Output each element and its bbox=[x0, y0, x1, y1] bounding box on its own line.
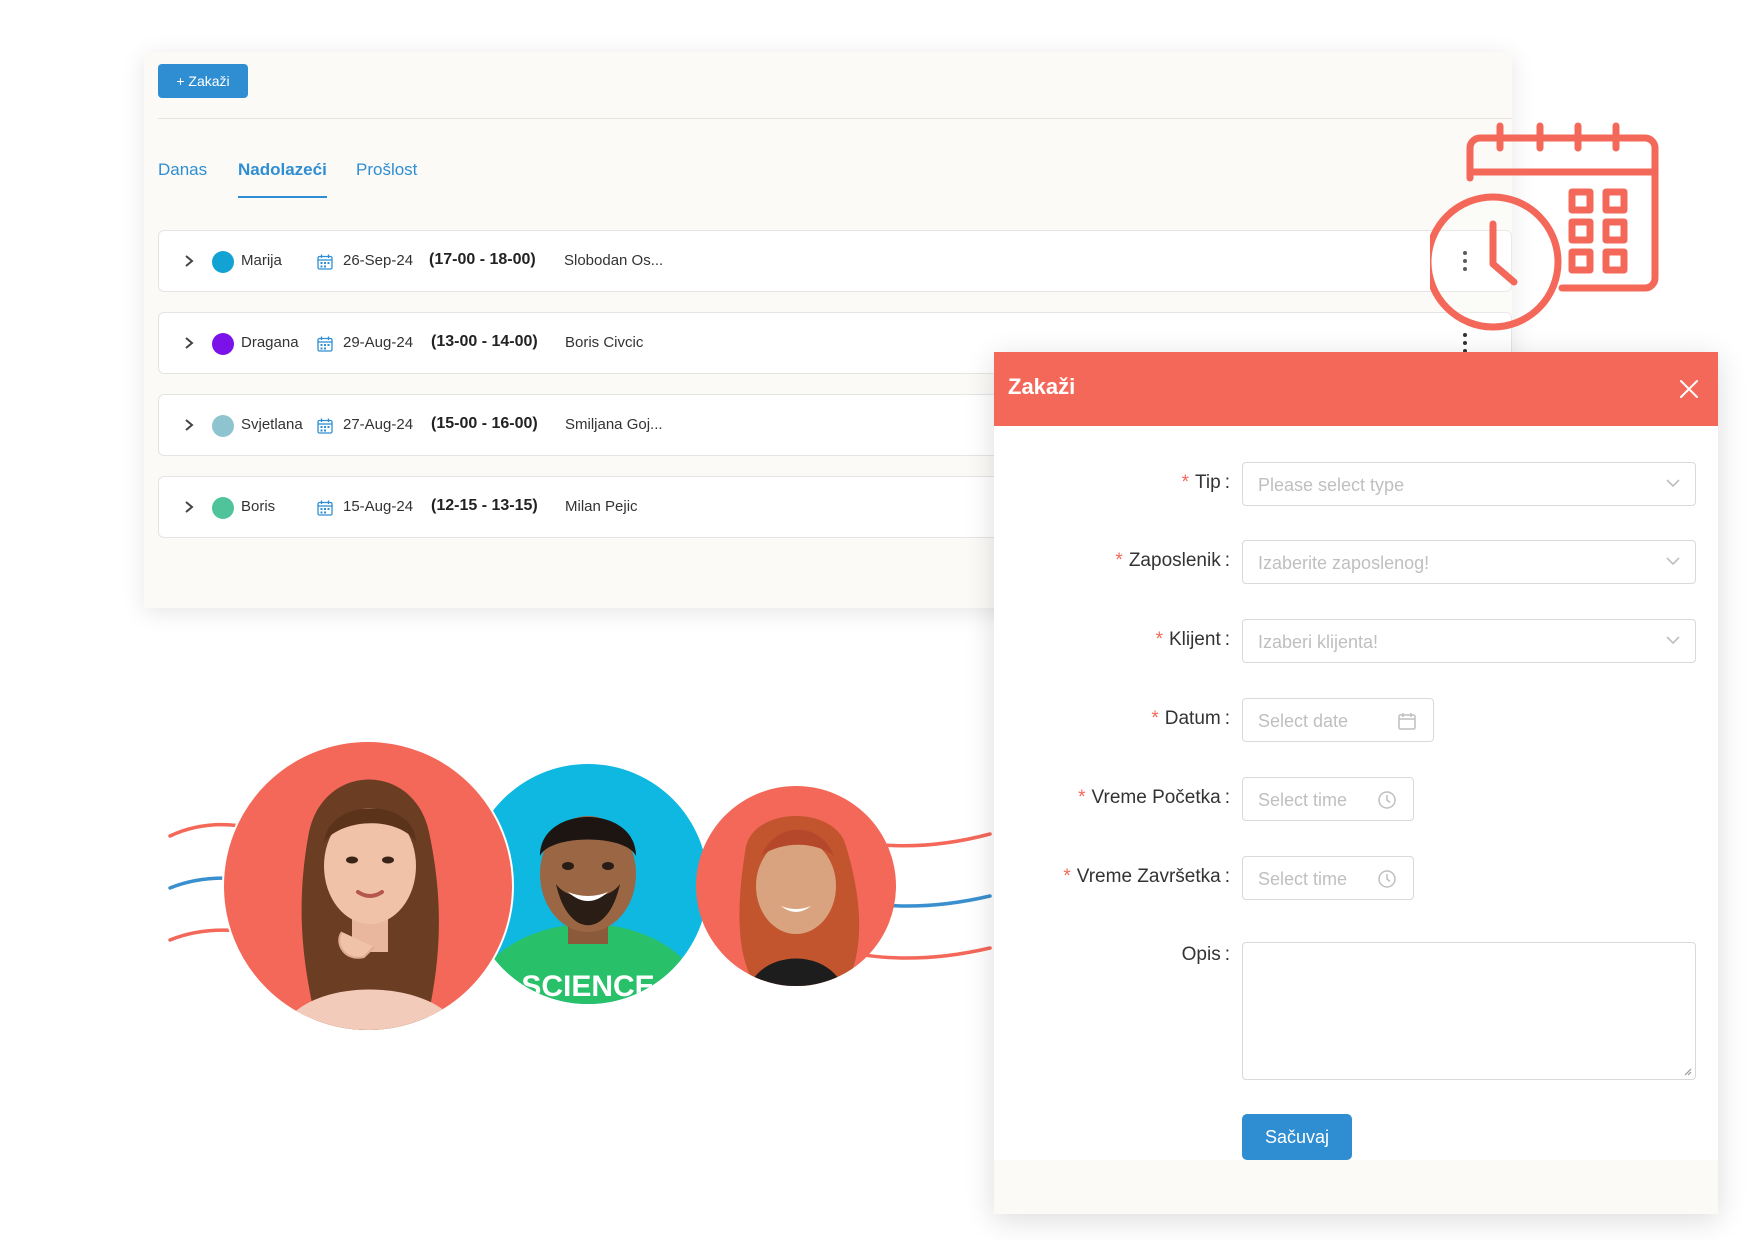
client-name: Boris bbox=[241, 498, 276, 515]
chevron-down-icon bbox=[1666, 636, 1680, 645]
chevron-right-icon[interactable] bbox=[179, 332, 199, 354]
type-select[interactable]: Please select type bbox=[1242, 462, 1696, 506]
start-time-picker[interactable]: Select time bbox=[1242, 777, 1414, 821]
tab-nadolazeci[interactable]: Nadolazeći bbox=[238, 158, 327, 198]
close-icon[interactable] bbox=[1676, 376, 1702, 402]
clock-icon bbox=[1378, 870, 1396, 888]
appointment-row[interactable]: Marija 26-Sep-24 (17-00 - 18-00) Sloboda… bbox=[158, 230, 1512, 292]
client-select-placeholder: Izaberi klijenta! bbox=[1258, 632, 1379, 652]
tab-proslost[interactable]: Prošlost bbox=[356, 158, 417, 198]
resize-handle-icon[interactable] bbox=[1682, 1066, 1692, 1076]
client-select[interactable]: Izaberi klijenta! bbox=[1242, 619, 1696, 663]
client-color-dot bbox=[212, 497, 234, 519]
appointment-date: 29-Aug-24 bbox=[343, 334, 414, 351]
chevron-right-icon[interactable] bbox=[179, 250, 199, 272]
modal-footer bbox=[994, 1160, 1718, 1214]
tab-danas[interactable]: Danas bbox=[158, 158, 207, 198]
calendar-clock-icon bbox=[1430, 122, 1659, 331]
svg-text:SCIENCE: SCIENCE bbox=[521, 970, 654, 1003]
appointment-time: (12-15 - 13-15) bbox=[431, 497, 538, 514]
schedule-modal: Zakaži * Tip: Please select type * Zaposle… bbox=[994, 352, 1718, 1214]
appointment-date: 26-Sep-24 bbox=[343, 252, 414, 269]
avatar-older-woman bbox=[696, 786, 896, 986]
employee-name: Boris Civcic bbox=[565, 334, 644, 351]
modal-header: Zakaži bbox=[994, 352, 1718, 426]
chevron-right-icon[interactable] bbox=[179, 496, 199, 518]
avatar-young-woman bbox=[222, 740, 514, 1032]
chevron-right-icon[interactable] bbox=[179, 414, 199, 436]
calendar-icon bbox=[317, 254, 333, 270]
date-picker[interactable]: Select date bbox=[1242, 698, 1434, 742]
field-label-opis: Opis: bbox=[1181, 944, 1230, 965]
client-color-dot bbox=[212, 333, 234, 355]
modal-title: Zakaži bbox=[1008, 374, 1076, 399]
field-label-klijent: * Klijent: bbox=[1155, 629, 1230, 650]
employee-select[interactable]: Izaberite zaposlenog! bbox=[1242, 540, 1696, 584]
appointment-time: (13-00 - 14-00) bbox=[431, 333, 538, 350]
calendar-icon bbox=[317, 500, 333, 516]
client-name: Dragana bbox=[241, 334, 299, 351]
appointment-date: 15-Aug-24 bbox=[343, 498, 414, 515]
end-time-picker[interactable]: Select time bbox=[1242, 856, 1414, 900]
chevron-down-icon bbox=[1666, 557, 1680, 566]
save-button[interactable]: Sačuvaj bbox=[1242, 1114, 1352, 1160]
type-select-placeholder: Please select type bbox=[1258, 475, 1405, 495]
client-name: Marija bbox=[241, 252, 282, 269]
employee-name: Milan Pejic bbox=[565, 498, 638, 515]
end-time-placeholder: Select time bbox=[1258, 869, 1348, 889]
calendar-icon bbox=[1398, 713, 1416, 730]
client-name: Svjetlana bbox=[241, 416, 303, 433]
field-label-vreme-pocetka: * Vreme Početka: bbox=[1078, 787, 1230, 808]
date-picker-placeholder: Select date bbox=[1258, 711, 1349, 731]
field-label-datum: * Datum: bbox=[1151, 708, 1230, 729]
employee-name: Slobodan Os... bbox=[564, 252, 664, 269]
calendar-icon bbox=[317, 336, 333, 352]
toolbar-divider bbox=[158, 118, 1512, 119]
start-time-placeholder: Select time bbox=[1258, 790, 1348, 810]
field-label-tip: * Tip: bbox=[1181, 472, 1230, 493]
chevron-down-icon bbox=[1666, 479, 1680, 488]
employee-select-placeholder: Izaberite zaposlenog! bbox=[1258, 553, 1430, 573]
client-color-dot bbox=[212, 251, 234, 273]
field-label-vreme-zavrsetka: * Vreme Završetka: bbox=[1063, 866, 1230, 887]
client-color-dot bbox=[212, 415, 234, 437]
employee-name: Smiljana Goj... bbox=[565, 416, 663, 433]
field-label-zaposlenik: * Zaposlenik: bbox=[1115, 550, 1230, 571]
description-textarea[interactable] bbox=[1242, 942, 1696, 1080]
appointment-time: (15-00 - 16-00) bbox=[431, 415, 538, 432]
add-appointment-button[interactable]: + Zakaži bbox=[158, 64, 248, 98]
appointment-time: (17-00 - 18-00) bbox=[429, 251, 536, 268]
appointment-date: 27-Aug-24 bbox=[343, 416, 414, 433]
calendar-icon bbox=[317, 418, 333, 434]
clock-icon bbox=[1378, 791, 1396, 809]
